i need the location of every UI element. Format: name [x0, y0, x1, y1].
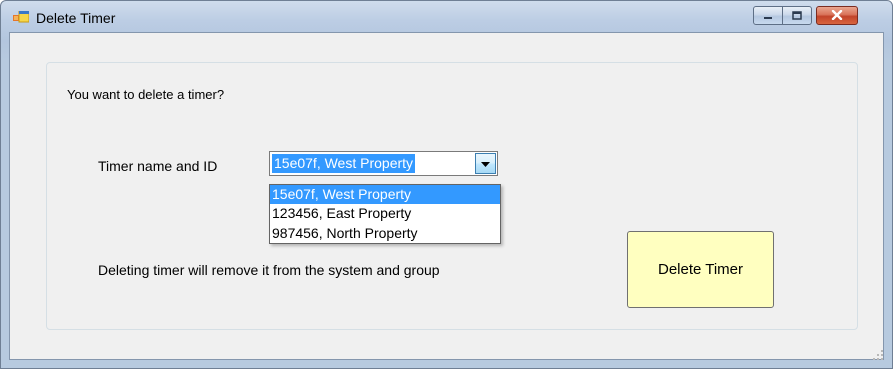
- title-bar[interactable]: Delete Timer: [1, 1, 892, 31]
- close-button[interactable]: [816, 6, 858, 25]
- dropdown-option[interactable]: 15e07f, West Property: [270, 185, 500, 205]
- window-title: Delete Timer: [36, 10, 116, 26]
- app-window-icon: [13, 10, 30, 25]
- minimize-button[interactable]: [753, 6, 783, 25]
- delete-warning-text: Deleting timer will remove it from the s…: [98, 262, 440, 278]
- close-icon: [831, 7, 843, 25]
- delete-timer-button[interactable]: Delete Timer: [627, 231, 774, 308]
- resize-grip-icon[interactable]: [873, 347, 883, 360]
- dropdown-option[interactable]: 987456, North Property: [270, 224, 500, 243]
- timer-select-value: 15e07f, West Property: [272, 154, 416, 173]
- timer-dropdown-list: 15e07f, West Property 123456, East Prope…: [269, 184, 501, 244]
- timer-name-label: Timer name and ID: [98, 158, 218, 174]
- groupbox-legend: You want to delete a timer?: [64, 87, 228, 103]
- timer-select[interactable]: 15e07f, West Property: [269, 151, 498, 176]
- maximize-button[interactable]: [782, 6, 812, 25]
- chevron-down-icon: [481, 155, 490, 173]
- dropdown-toggle-button[interactable]: [475, 153, 496, 174]
- minimize-icon: [763, 7, 773, 25]
- maximize-icon: [792, 7, 802, 25]
- dropdown-option[interactable]: 123456, East Property: [270, 204, 500, 223]
